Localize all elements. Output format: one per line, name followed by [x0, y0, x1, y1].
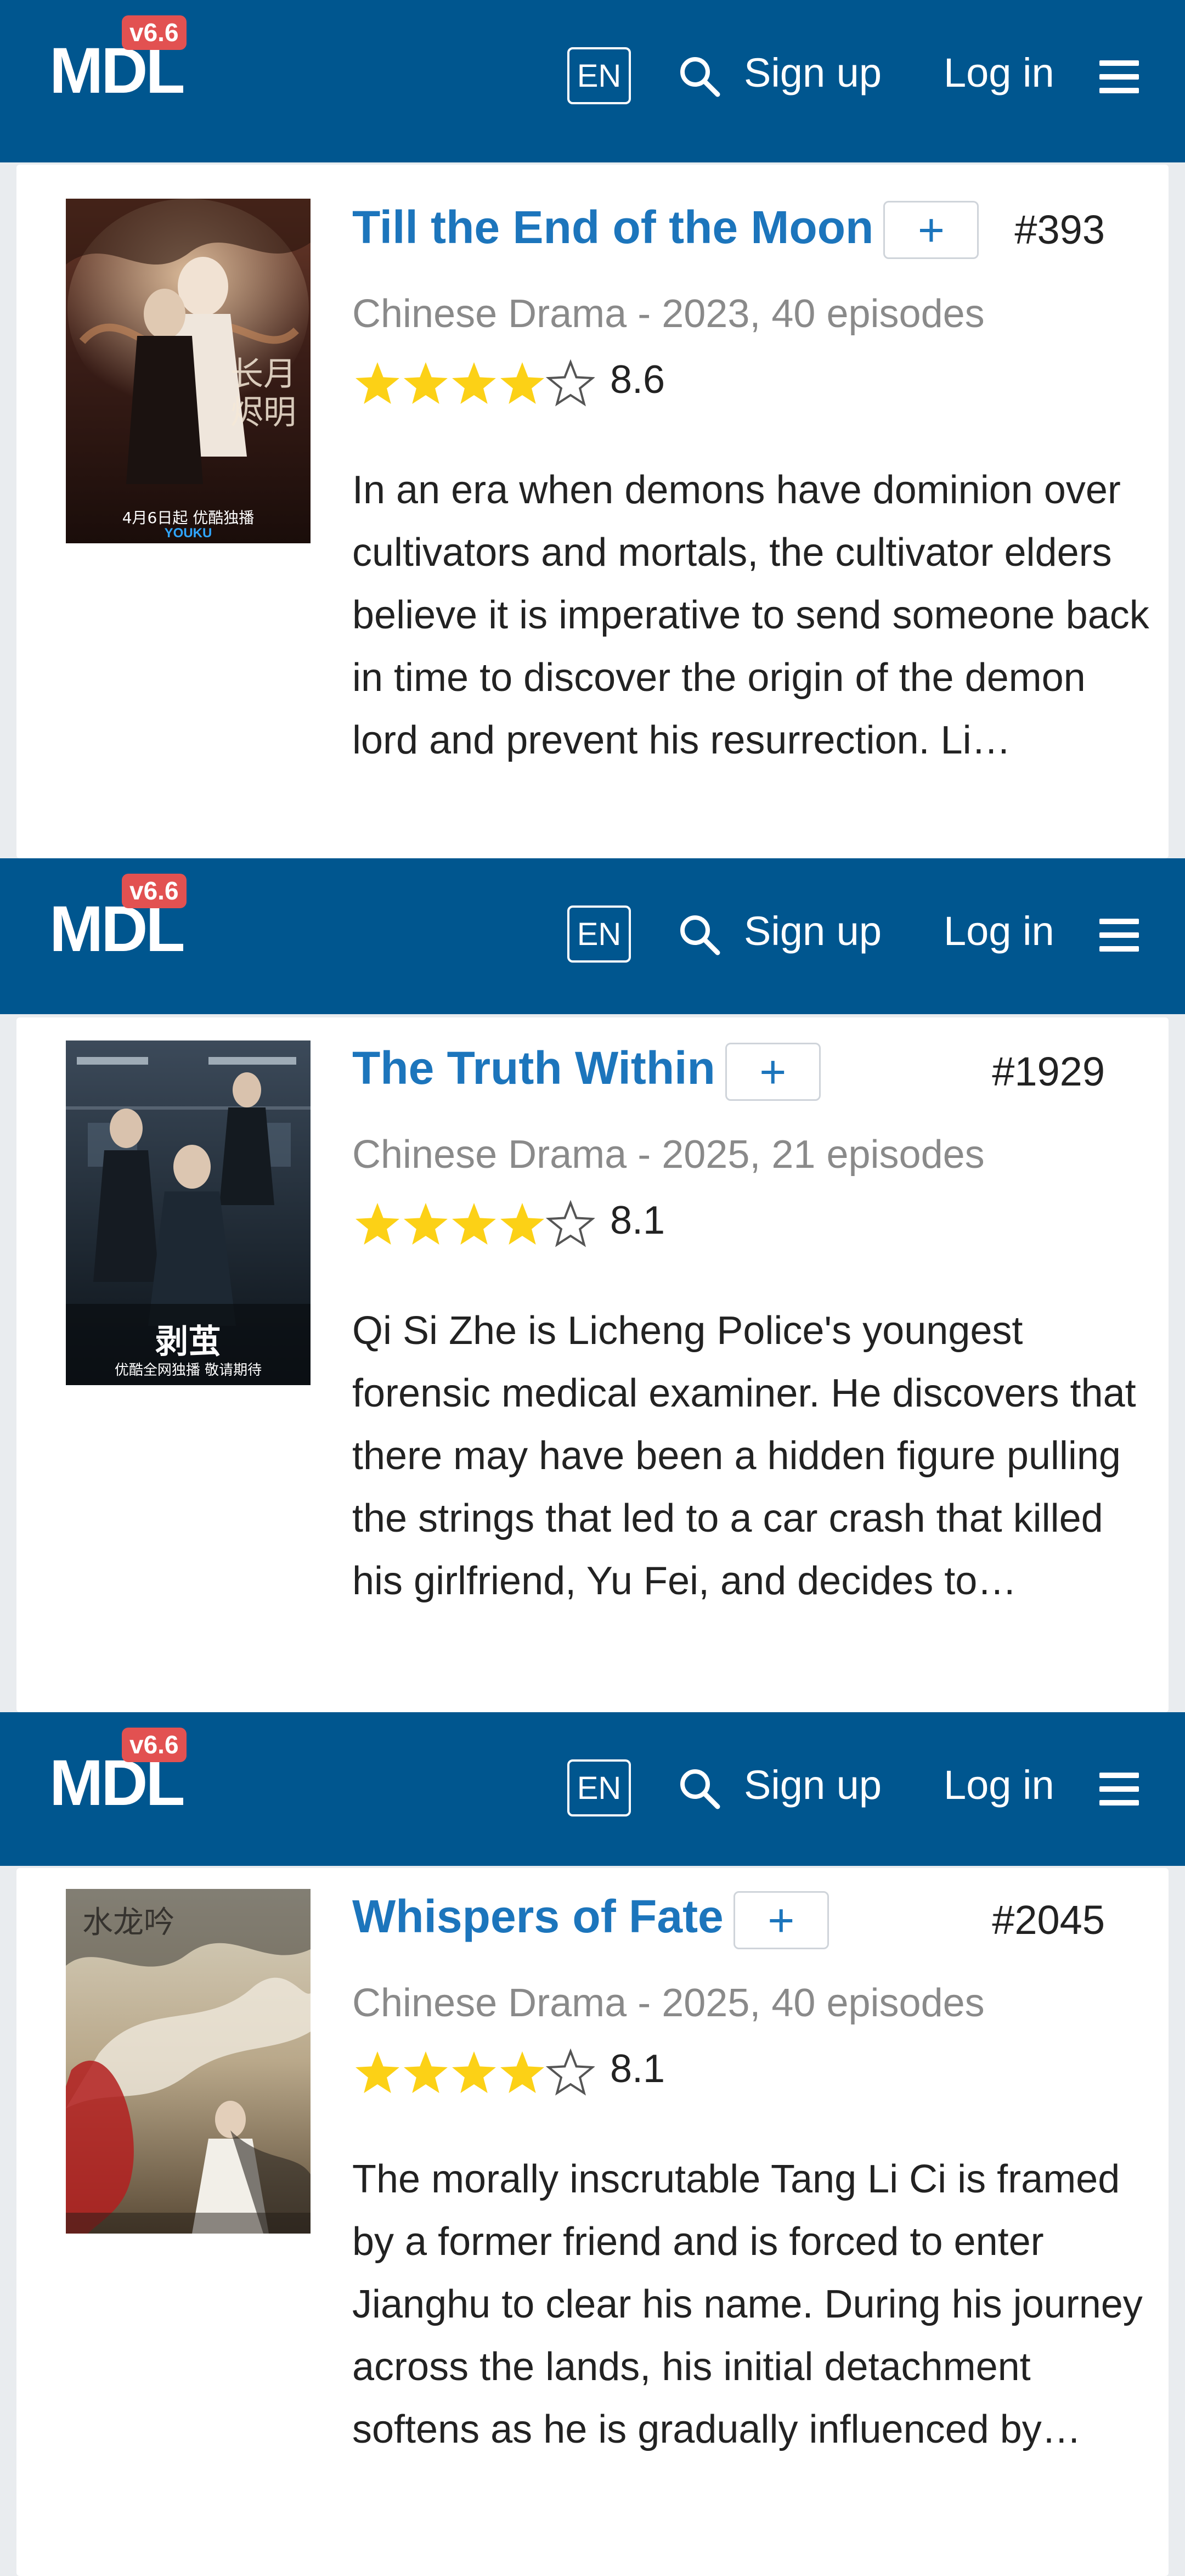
- star-filled-icon: [356, 2051, 399, 2093]
- drama-title[interactable]: The Truth Within: [352, 1045, 715, 1091]
- drama-title[interactable]: Whispers of Fate: [352, 1893, 724, 1939]
- language-button[interactable]: EN: [567, 47, 631, 104]
- search-icon[interactable]: [677, 54, 721, 98]
- drama-synopsis: In an era when demons have dominion over…: [352, 468, 1149, 762]
- drama-meta: Chinese Drama - 2025, 40 episodes: [352, 1981, 985, 2025]
- star-filled-icon: [500, 362, 544, 404]
- language-button[interactable]: EN: [567, 1759, 631, 1816]
- drama-card: 剥茧 优酷全网独播 敬请期待 The Truth Within + #1929 …: [16, 1017, 1169, 1712]
- star-filled-icon: [404, 362, 448, 404]
- version-badge: v6.6: [122, 874, 187, 908]
- search-icon[interactable]: [677, 912, 721, 956]
- drama-meta: Chinese Drama - 2023, 40 episodes: [352, 292, 985, 336]
- star-empty-icon: [545, 359, 595, 407]
- drama-meta: Chinese Drama - 2025, 21 episodes: [352, 1133, 985, 1177]
- star-rating: [356, 1200, 595, 1247]
- star-filled-icon: [452, 2051, 496, 2093]
- rank-label: #1929: [992, 1049, 1105, 1094]
- star-rating: [356, 2048, 595, 2096]
- star-filled-icon: [452, 1203, 496, 1245]
- poster-logo: YOUKU: [164, 526, 212, 541]
- drama-card: 长月 烬明 4月6日起 优酷独播 YOUKU Till the End of t…: [16, 165, 1169, 858]
- add-to-list-button[interactable]: +: [733, 1891, 829, 1949]
- hamburger-menu-icon[interactable]: [1099, 918, 1139, 953]
- star-empty-icon: [545, 1200, 595, 1247]
- svg-text:长月: 长月: [230, 355, 296, 393]
- svg-text:水龙吟: 水龙吟: [82, 1905, 174, 1941]
- star-empty-icon: [545, 2048, 595, 2096]
- rating-score: 8.1: [610, 1199, 665, 1242]
- section-truth-within: MDL v6.6 EN Sign up Log in 剥茧 优酷全网独播 敬请期…: [0, 858, 1185, 1712]
- svg-text:烬明: 烬明: [230, 393, 296, 432]
- rating-score: 8.1: [610, 2047, 665, 2091]
- rank-label: #393: [1014, 207, 1105, 252]
- section-till-end-moon: MDL v6.6 EN Sign up Log in 长月 烬明 4月6日起 优…: [0, 0, 1185, 858]
- top-navbar: MDL v6.6 EN Sign up Log in: [0, 0, 1185, 162]
- star-filled-icon: [500, 1203, 544, 1245]
- drama-title[interactable]: Till the End of the Moon: [352, 204, 873, 250]
- drama-synopsis: Qi Si Zhe is Licheng Police's youngest f…: [352, 1309, 1136, 1603]
- signup-link[interactable]: Sign up: [744, 911, 882, 952]
- login-link[interactable]: Log in: [944, 911, 1054, 952]
- poster-image[interactable]: 水龙吟: [66, 1889, 311, 2234]
- star-filled-icon: [356, 362, 399, 404]
- star-filled-icon: [500, 2051, 544, 2093]
- hamburger-menu-icon[interactable]: [1099, 59, 1139, 94]
- language-button[interactable]: EN: [567, 905, 631, 963]
- poster-subcaption: 优酷全网独播 敬请期待: [114, 1362, 262, 1379]
- version-badge: v6.6: [122, 15, 187, 50]
- star-filled-icon: [404, 1203, 448, 1245]
- rating-score: 8.6: [610, 358, 665, 402]
- signup-link[interactable]: Sign up: [744, 1765, 882, 1806]
- add-to-list-button[interactable]: +: [725, 1043, 821, 1101]
- login-link[interactable]: Log in: [944, 1765, 1054, 1806]
- poster-image[interactable]: 剥茧 优酷全网独播 敬请期待: [66, 1040, 311, 1385]
- star-filled-icon: [452, 362, 496, 404]
- add-to-list-button[interactable]: +: [883, 201, 979, 259]
- poster-image[interactable]: 长月 烬明 4月6日起 优酷独播 YOUKU: [66, 199, 311, 543]
- star-filled-icon: [356, 1203, 399, 1245]
- top-navbar: MDL v6.6 EN Sign up Log in: [0, 1712, 1185, 1866]
- section-whispers-of-fate: MDL v6.6 EN Sign up Log in 水龙吟 Whispers …: [0, 1712, 1185, 2576]
- login-link[interactable]: Log in: [944, 53, 1054, 93]
- hamburger-menu-icon[interactable]: [1099, 1771, 1139, 1807]
- rank-label: #2045: [992, 1897, 1105, 1943]
- star-rating: [356, 359, 595, 407]
- version-badge: v6.6: [122, 1728, 187, 1762]
- poster-caption: 4月6日起 优酷独播: [122, 509, 255, 527]
- poster-caption: 剥茧: [155, 1323, 221, 1361]
- drama-synopsis: The morally inscrutable Tang Li Ci is fr…: [352, 2157, 1143, 2451]
- search-icon[interactable]: [677, 1766, 721, 1810]
- star-filled-icon: [404, 2051, 448, 2093]
- drama-card: 水龙吟 Whispers of Fate + #2045 Chinese Dra…: [16, 1868, 1169, 2576]
- signup-link[interactable]: Sign up: [744, 53, 882, 93]
- top-navbar: MDL v6.6 EN Sign up Log in: [0, 858, 1185, 1014]
